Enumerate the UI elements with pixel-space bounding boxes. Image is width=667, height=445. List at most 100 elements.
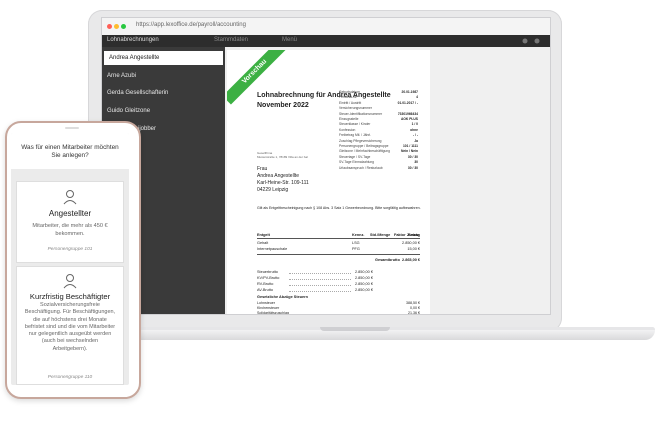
payslip-period: November 2022 (257, 102, 309, 109)
divider (257, 254, 420, 255)
card-short-term-text: Sozialversicherungsfreie Beschäftigung. … (24, 302, 116, 352)
earning-code: PFG (352, 247, 360, 251)
browser-toolbar: https://app.lexoffice.de/payroll/account… (102, 18, 550, 36)
info-label: Zuschlag Pflegeversicherung (339, 138, 382, 143)
info-value: AOK PLUS (400, 117, 418, 121)
info-value: Ja (414, 138, 418, 143)
close-dot-icon[interactable] (107, 24, 112, 29)
info-value: 1 / 0 (411, 122, 418, 127)
phone-header: Was für einen Mitarbeiter möchten Sie an… (11, 133, 129, 169)
info-value: 73301966434 (397, 111, 418, 116)
table-header: Std./Menge (370, 233, 391, 237)
minimize-dot-icon[interactable] (114, 24, 119, 29)
sidebar-item-andrea[interactable]: Andrea Angestellte (104, 51, 223, 65)
info-value: 101 / 1111 (402, 144, 418, 148)
info-label: Freibetrag Mtl. / Jährl. (339, 133, 372, 138)
brutto-label: Steuerbrutto (257, 270, 278, 274)
info-value: 30 / 30 (407, 154, 418, 159)
earning-amount: 15,00 € (407, 247, 420, 251)
info-label: Einzugsstelle (339, 117, 359, 121)
table-header: Entgelt (257, 233, 270, 237)
deduction-label: Lohnsteuer (257, 301, 275, 305)
card-employee[interactable]: Angestellter Mitarbeiter, die mehr als 4… (16, 181, 124, 263)
laptop-notch (320, 327, 390, 331)
bell-icon[interactable] (522, 38, 528, 44)
earning-label: Gehalt (257, 241, 269, 245)
info-value: 30 (414, 160, 418, 165)
info-label: SV-Tage Einmalzahlung (339, 160, 375, 165)
info-label: Geburtsdatum (339, 90, 360, 94)
payslip-title: Lohnabrechnung für Andrea Angestellte (257, 92, 391, 99)
recipient-salutation: Frau (257, 166, 268, 172)
brutto-amount: 2.850,00 € (355, 282, 373, 286)
deductions-title: Gesetzliche Abzüge Steuern (257, 295, 308, 299)
table-header: Betrag (407, 233, 420, 237)
info-value: 4 (416, 95, 418, 100)
info-value: - / - (413, 133, 418, 138)
table-header: Kennz. (352, 233, 365, 237)
brutto-amount: 2.850,00 € (355, 270, 373, 274)
sidebar-item-gerda[interactable]: Gerda Gesellschafterin (102, 86, 225, 100)
dotted-leader (289, 279, 351, 280)
info-label: Eintritt / Austritt (339, 100, 362, 105)
maximize-dot-icon[interactable] (121, 24, 126, 29)
info-label: Gleitzone / Mehrfachbeschäftigung (339, 149, 390, 154)
card-short-term[interactable]: Kurzfristig Beschäftigter Sozialversiche… (16, 266, 124, 385)
sidebar-item-guido[interactable]: Guido Gleitzone (102, 104, 225, 118)
sidebar-item-arne[interactable]: Arne Azubi (102, 69, 225, 83)
info-label: Konfession (339, 127, 356, 132)
app-header: Lohnabrechnungen Stammdaten Menü (102, 35, 550, 47)
earning-amount: 2.850,00 € (402, 241, 420, 245)
info-label: Steuertage / SV-Tage (339, 154, 371, 159)
payslip-document: Vorschau Lohnabrechnung für Andrea Anges… (227, 50, 430, 314)
dotted-leader (289, 291, 351, 292)
url-bar[interactable]: https://app.lexoffice.de/payroll/account… (136, 22, 246, 28)
recipient-city: 04229 Leipzig (257, 187, 289, 193)
card-employee-group: Personengruppe 101 (47, 247, 93, 252)
info-label: Personengruppe / Beitragsgruppe (339, 144, 389, 148)
phone-speaker (65, 127, 79, 129)
laptop-screen: https://app.lexoffice.de/payroll/account… (101, 17, 551, 315)
legal-note: Gilt als Entgeltbescheinigung nach § 108… (257, 206, 421, 210)
info-label: Steuerklasse / Kinder (339, 122, 371, 127)
brutto-amount: 2.850,00 € (355, 288, 373, 292)
divider (257, 238, 420, 239)
info-value: ohne (410, 127, 418, 132)
earning-code: LSG (352, 241, 360, 245)
person-icon (63, 190, 77, 205)
card-employee-text: Mitarbeiter, die mehr als 450 € bekommen… (32, 223, 108, 237)
info-label: Urlaubsanspruch / Resturlaub (339, 165, 383, 170)
brutto-amount: 2.850,00 € (355, 276, 373, 280)
company-address-line: Gesellfirma Musterstraße 1, 78189 Villa … (257, 151, 308, 159)
info-label: Steuer-Identifikationsnummer (339, 111, 383, 116)
info-value: 30 / 30 (407, 165, 418, 170)
deduction-amount: 21,36 € (408, 311, 420, 314)
earning-label: Internetpauschale (257, 247, 288, 251)
header-tab-master-data[interactable]: Stammdaten (214, 37, 248, 43)
employee-type-question: Was für einen Mitarbeiter möchten Sie an… (21, 144, 119, 159)
deduction-label: Solidaritätszuschlag (257, 311, 289, 314)
info-value: 20.01.1987 (401, 90, 418, 94)
info-value: 01.01.2017 / - (397, 100, 418, 105)
card-short-term-group: Personengruppe 110 (47, 375, 93, 380)
gross-label: Gesamtbrutto (375, 258, 400, 262)
user-icon[interactable] (534, 38, 540, 44)
brutto-label: KV/PV-Brutto (257, 276, 280, 280)
dotted-leader (289, 273, 351, 274)
deduction-label: Kirchensteuer (257, 306, 280, 310)
deduction-amount: 0,00 € (410, 306, 420, 310)
table-header: Faktor (394, 233, 406, 237)
recipient-street: Karl-Heine-Str. 109-111 (257, 180, 309, 186)
phone-screen: Was für einen Mitarbeiter möchten Sie an… (11, 133, 129, 385)
brutto-label: AV-Brutto (257, 288, 273, 292)
person-icon (63, 274, 77, 289)
gross-amount: 2.865,00 € (402, 258, 420, 262)
header-tab-menu[interactable]: Menü (282, 37, 297, 43)
info-value: Nein / Nein (400, 149, 418, 154)
deduction-amount: 388,50 € (406, 301, 420, 305)
brutto-label: RV-Brutto (257, 282, 274, 286)
recipient-name: Andrea Angestellte (257, 173, 299, 179)
info-label: Personal-Nr. (339, 95, 358, 100)
card-short-term-title: Kurzfristig Beschäftigter (29, 292, 111, 301)
header-tab-payroll[interactable]: Lohnabrechnungen (107, 37, 159, 43)
